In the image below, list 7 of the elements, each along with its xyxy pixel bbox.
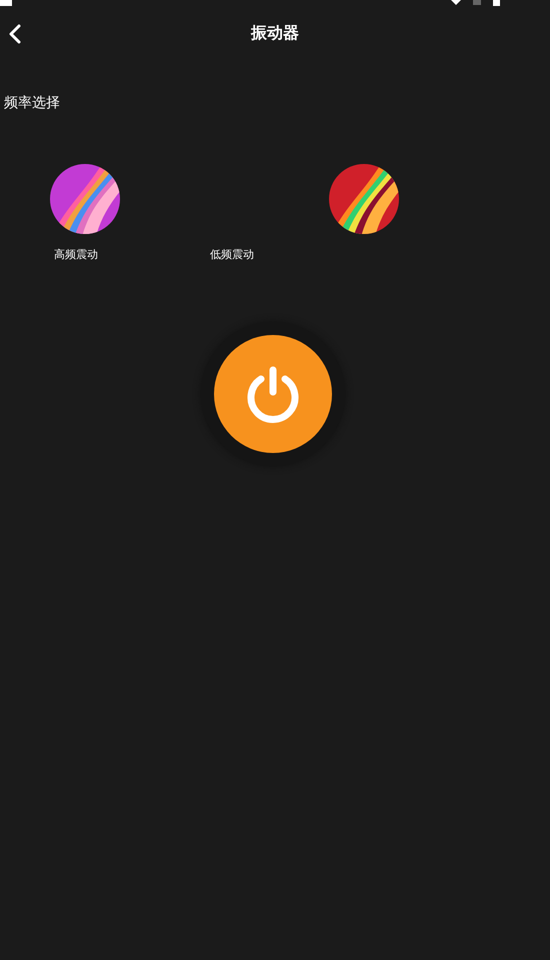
battery-icon (493, 0, 500, 6)
screen-title: 振动器 (251, 22, 299, 44)
wifi-icon (451, 0, 461, 5)
back-icon[interactable] (8, 24, 22, 44)
option-label: 高频震动 (54, 247, 98, 262)
option-label: 低频震动 (210, 247, 254, 262)
section-title: 频率选择 (4, 94, 61, 112)
